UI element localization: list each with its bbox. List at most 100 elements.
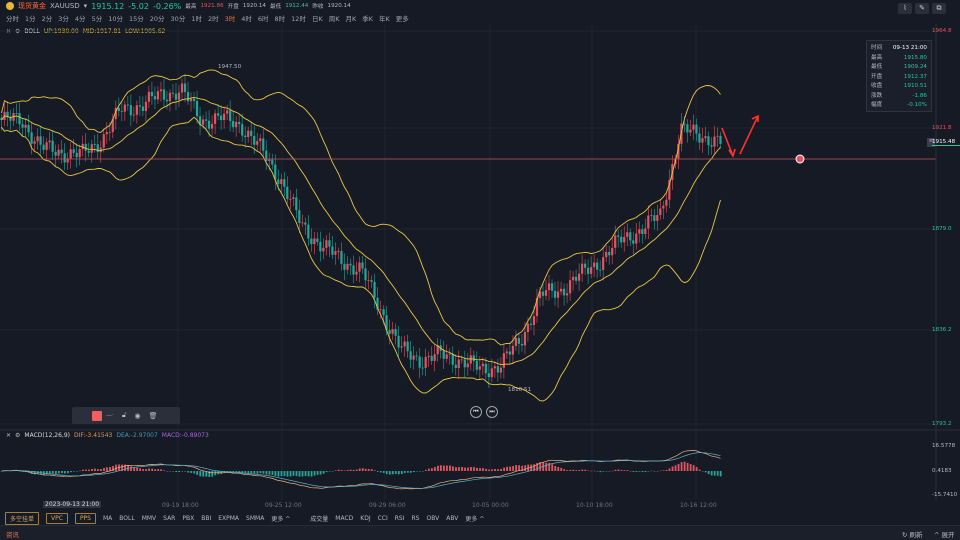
indicator-sub_ind-1[interactable]: MACD <box>335 515 353 522</box>
candle-body <box>36 136 39 142</box>
macd-bar <box>620 470 623 471</box>
indicator-main_ind-1[interactable]: BOLL <box>119 515 134 522</box>
indicator-sub_ind-2[interactable]: KDJ <box>360 515 370 522</box>
indicator-main_ind-8[interactable]: 更多 ^ <box>271 514 290 523</box>
macd-bar <box>415 471 418 472</box>
macd-bar <box>172 471 175 472</box>
macd-bar <box>449 465 451 471</box>
macd-bar <box>63 471 66 474</box>
indicator-main_ind-2[interactable]: MMV <box>142 515 156 522</box>
macd-bar <box>385 471 388 475</box>
candle-body <box>304 222 307 225</box>
macd-bar <box>695 467 698 471</box>
refresh-button[interactable]: ↻ 刷新 <box>902 529 923 539</box>
candle-body <box>463 359 466 368</box>
macd-bar <box>175 471 178 473</box>
macd-bar <box>301 471 304 477</box>
line-style-icon[interactable]: —· <box>106 412 114 419</box>
indicator-sub_ind-7[interactable]: ABV <box>446 515 458 522</box>
macd-bar <box>440 465 442 471</box>
toggle-2[interactable]: PPS <box>74 513 96 524</box>
close-icon[interactable]: ✕ <box>6 432 11 439</box>
indicator-main_ind-4[interactable]: PBX <box>182 515 194 522</box>
indicator-sub_ind-3[interactable]: CCI <box>378 515 388 522</box>
indicator-sub_ind-5[interactable]: RS <box>412 515 420 522</box>
candle-body <box>168 92 172 102</box>
indicator-main_ind-0[interactable]: MA <box>103 515 112 522</box>
boll-upper-line <box>1 69 721 346</box>
macd-bar <box>596 471 599 472</box>
macd-bar <box>653 471 656 472</box>
macd-bar <box>686 462 689 471</box>
macd-bar <box>66 471 69 474</box>
candle-body <box>421 367 424 369</box>
macd-bar <box>316 471 319 475</box>
toggle-0[interactable]: 多空挂单 <box>5 512 40 525</box>
macd-bar <box>271 471 274 475</box>
candle-body <box>593 262 596 268</box>
macd-bar <box>665 469 668 471</box>
candle-body <box>553 290 557 298</box>
candle-body <box>608 251 611 256</box>
macd-bar <box>133 467 135 471</box>
indicator-sub_ind-0[interactable]: 成交量 <box>310 514 328 523</box>
indicator-sub_ind-6[interactable]: OBV <box>427 515 440 522</box>
macd-bar <box>154 469 157 471</box>
info-label: 涨跌 <box>871 92 883 99</box>
macd-bar <box>379 471 382 473</box>
macd-bar <box>488 469 490 471</box>
drawing-toolbar: —· 🔓︎ ◉ 🗑︎ <box>72 407 180 424</box>
settings-icon[interactable]: ⚙ <box>15 432 20 439</box>
macd-bar <box>515 465 518 471</box>
expand-button[interactable]: ^ 展开 <box>934 529 955 539</box>
macd-bar <box>403 471 406 473</box>
indicator-main_ind-6[interactable]: EXPMA <box>218 515 239 522</box>
candle-body <box>153 96 157 100</box>
candle-body <box>259 138 262 142</box>
candle-body <box>162 89 166 100</box>
candle-body <box>39 136 42 145</box>
candle-body <box>96 144 99 153</box>
macd-bar <box>455 467 457 471</box>
news-tab[interactable]: 资讯 <box>6 529 19 539</box>
candle-body <box>93 144 96 145</box>
indicator-main_ind-5[interactable]: BBI <box>201 515 211 522</box>
candle-body <box>403 341 406 347</box>
macd-bar <box>427 468 430 471</box>
info-label: 开盘 <box>871 73 883 80</box>
next-button[interactable]: ⏭ <box>486 406 498 418</box>
indicator-main_ind-3[interactable]: SAR <box>163 515 175 522</box>
indicator-sub_ind-8[interactable]: 更多 ^ <box>465 514 484 523</box>
color-swatch[interactable] <box>92 410 102 421</box>
price-chart[interactable] <box>0 0 960 540</box>
macd-bar <box>346 470 349 471</box>
candle-body <box>689 129 692 133</box>
macd-bar <box>506 466 508 471</box>
macd-bar <box>247 471 250 474</box>
info-row: 开盘 1912.37 <box>871 73 927 83</box>
macd-bar <box>139 468 141 471</box>
candle-body <box>505 351 508 354</box>
macd-bar <box>57 471 60 474</box>
toggle-1[interactable]: VPC <box>46 513 68 524</box>
prev-button[interactable]: ⏮ <box>470 406 482 418</box>
unlock-icon[interactable]: 🔓︎ <box>122 411 127 420</box>
macd-bar <box>563 469 566 471</box>
candle-body <box>550 283 554 291</box>
trash-icon[interactable]: 🗑︎ <box>149 412 158 420</box>
macd-bar <box>437 465 439 471</box>
macd-bar <box>464 467 466 471</box>
price-alert-dot[interactable] <box>795 154 805 164</box>
indicator-sub_ind-4[interactable]: RSI <box>395 515 405 522</box>
macd-bar <box>106 467 108 471</box>
eye-icon[interactable]: ◉ <box>134 412 140 420</box>
candle-body <box>223 113 226 121</box>
indicator-main_ind-7[interactable]: SMMA <box>246 515 264 522</box>
candle-body <box>268 159 271 161</box>
candle-body <box>280 179 283 185</box>
macd-bar <box>142 469 144 471</box>
candle-body <box>210 123 214 129</box>
candle-body <box>478 366 481 370</box>
candle-body <box>328 240 331 247</box>
macd-name: MACD(12,26,9) <box>24 432 70 439</box>
